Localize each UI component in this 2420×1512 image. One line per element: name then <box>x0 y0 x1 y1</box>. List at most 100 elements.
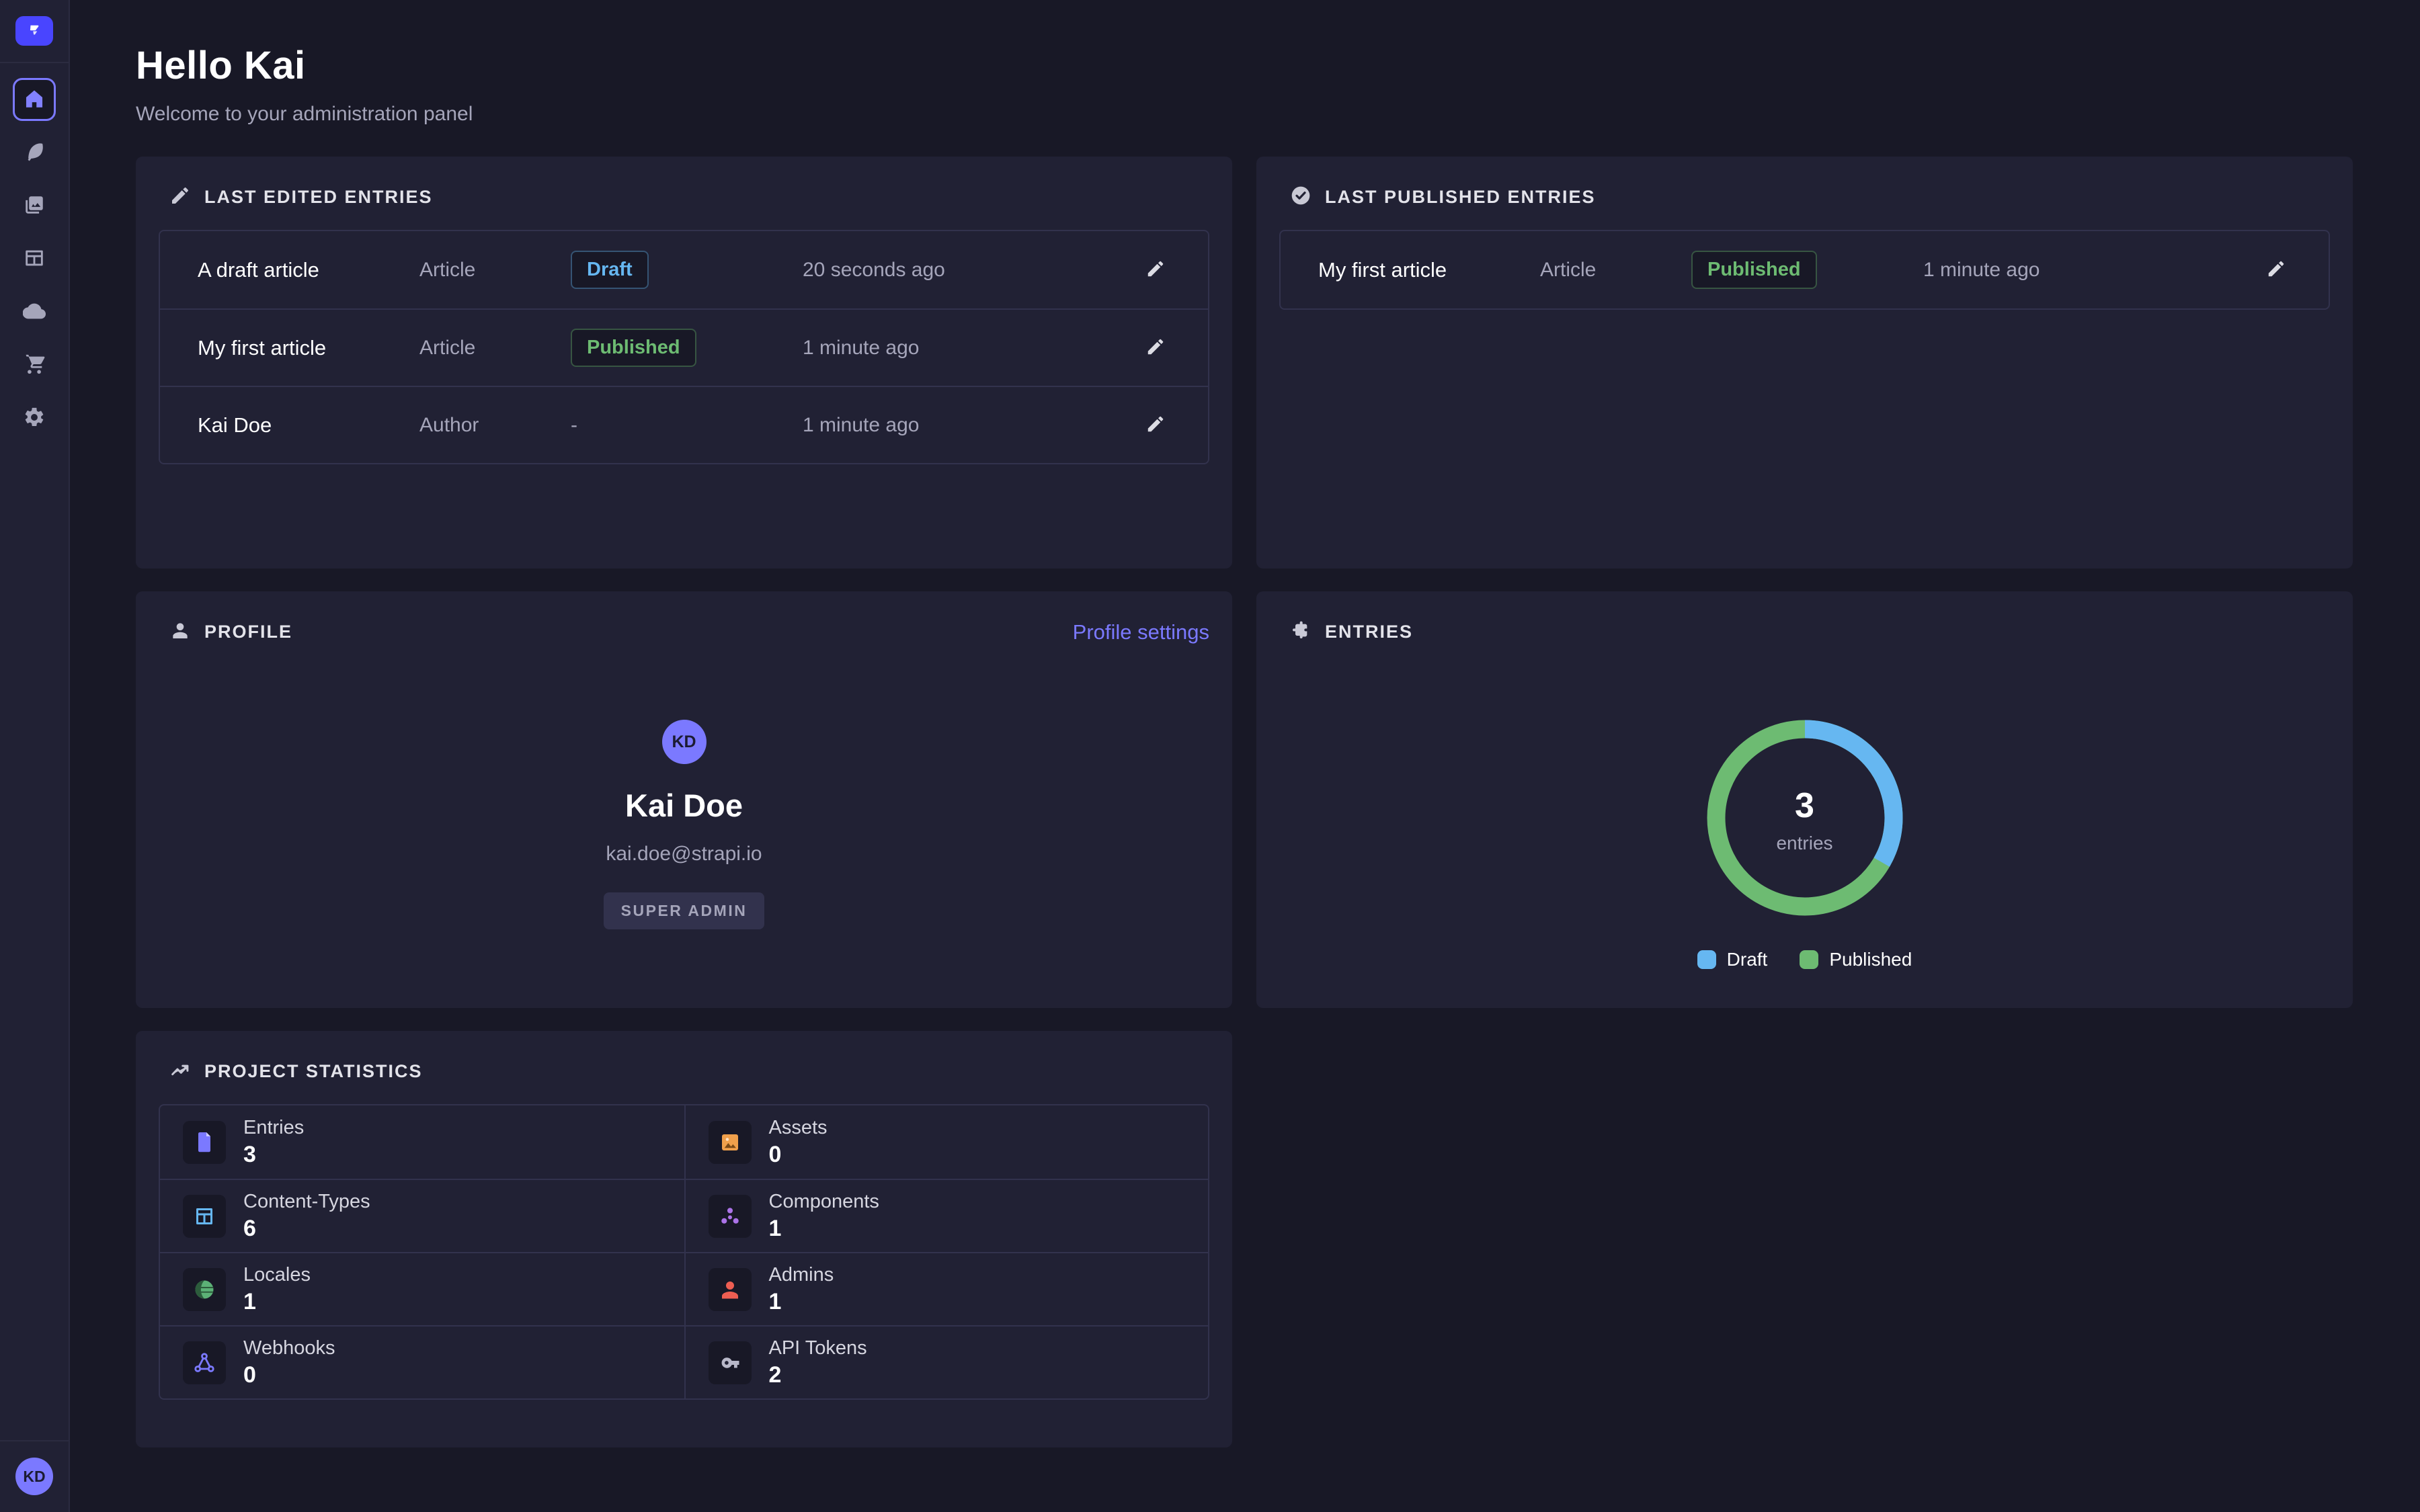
page-subtitle: Welcome to your administration panel <box>136 103 2353 126</box>
strapi-logo[interactable] <box>15 16 53 46</box>
file-icon <box>183 1121 226 1164</box>
entry-type: Article <box>1540 259 1691 282</box>
entry-time: 1 minute ago <box>803 414 1092 437</box>
card-title: LAST PUBLISHED ENTRIES <box>1325 187 1596 208</box>
home-icon <box>23 87 46 112</box>
stats-table: Entries 3 Assets 0 <box>159 1104 1209 1400</box>
stat-content-types: Content-Types 6 <box>160 1179 684 1252</box>
stat-value: 6 <box>243 1216 370 1242</box>
puzzle-piece-icon <box>1290 620 1312 644</box>
entry-name: My first article <box>198 336 419 360</box>
entries-unit: entries <box>1776 833 1832 854</box>
last-published-entries-card: LAST PUBLISHED ENTRIES My first article … <box>1256 157 2353 569</box>
user-avatar[interactable]: KD <box>15 1458 53 1495</box>
last-published-table: My first article Article Published 1 min… <box>1279 230 2330 310</box>
legend-label: Published <box>1829 949 1912 970</box>
webhook-icon <box>183 1341 226 1384</box>
edit-entry-button[interactable] <box>2261 255 2291 285</box>
profile-card: PROFILE Profile settings KD Kai Doe kai.… <box>136 591 1232 1008</box>
stat-label: Admins <box>769 1264 834 1286</box>
layout-icon <box>183 1195 226 1238</box>
entry-name: My first article <box>1318 258 1540 282</box>
strapi-logo-icon <box>24 19 44 43</box>
main-content: Hello Kai Welcome to your administration… <box>70 0 2420 1512</box>
card-title: PROJECT STATISTICS <box>204 1061 423 1082</box>
legend-item-published: Published <box>1800 949 1912 970</box>
stat-value: 1 <box>769 1289 834 1315</box>
pencil-icon <box>169 185 191 210</box>
entries-count: 3 <box>1795 786 1814 826</box>
pencil-icon <box>1145 259 1166 281</box>
sidebar-item-settings[interactable] <box>13 396 56 439</box>
last-edited-entries-card: LAST EDITED ENTRIES A draft article Arti… <box>136 157 1232 569</box>
stat-value: 0 <box>769 1142 828 1168</box>
check-circle-icon <box>1290 185 1312 210</box>
entry-time: 20 seconds ago <box>803 259 1092 282</box>
status-empty: - <box>571 414 803 437</box>
sidebar-item-content-type-builder[interactable] <box>13 237 56 280</box>
pencil-icon <box>2266 259 2286 281</box>
stat-assets: Assets 0 <box>684 1105 1209 1179</box>
sidebar-item-marketplace[interactable] <box>13 343 56 386</box>
cart-icon <box>23 353 46 378</box>
table-row[interactable]: Kai Doe Author - 1 minute ago <box>160 386 1208 463</box>
edit-entry-button[interactable] <box>1141 411 1170 440</box>
stat-label: Locales <box>243 1264 311 1286</box>
legend-item-draft: Draft <box>1697 949 1768 970</box>
stat-value: 2 <box>769 1362 867 1388</box>
layout-icon <box>23 247 46 271</box>
edit-entry-button[interactable] <box>1141 333 1170 363</box>
stat-admins: Admins 1 <box>684 1252 1209 1325</box>
draft-swatch <box>1697 950 1716 969</box>
table-row[interactable]: My first article Article Published 1 min… <box>160 308 1208 386</box>
stat-entries: Entries 3 <box>160 1105 684 1179</box>
entry-type: Author <box>419 414 571 437</box>
table-row[interactable]: A draft article Article Draft 20 seconds… <box>160 231 1208 308</box>
card-title: PROFILE <box>204 622 292 642</box>
published-swatch <box>1800 950 1818 969</box>
profile-name: Kai Doe <box>159 787 1209 824</box>
profile-email: kai.doe@strapi.io <box>159 843 1209 866</box>
profile-settings-link[interactable]: Profile settings <box>1073 620 1209 644</box>
table-row[interactable]: My first article Article Published 1 min… <box>1281 231 2329 308</box>
status-badge: Draft <box>571 251 649 289</box>
last-edited-table: A draft article Article Draft 20 seconds… <box>159 230 1209 464</box>
status-badge: Published <box>571 329 696 367</box>
stat-label: Webhooks <box>243 1337 335 1359</box>
stat-label: Components <box>769 1191 879 1213</box>
sidebar-item-home[interactable] <box>13 78 56 121</box>
pencil-icon <box>1145 414 1166 436</box>
trend-up-icon <box>169 1059 191 1084</box>
legend-label: Draft <box>1727 949 1768 970</box>
stat-webhooks: Webhooks 0 <box>160 1325 684 1398</box>
cloud-icon <box>23 300 46 325</box>
stat-label: API Tokens <box>769 1337 867 1359</box>
sidebar-item-content-manager[interactable] <box>13 131 56 174</box>
sidebar-item-deploy[interactable] <box>13 290 56 333</box>
image-icon <box>709 1121 752 1164</box>
photos-icon <box>23 194 46 218</box>
stat-label: Assets <box>769 1117 828 1139</box>
stat-api-tokens: API Tokens 2 <box>684 1325 1209 1398</box>
stat-components: Components 1 <box>684 1179 1209 1252</box>
key-icon <box>709 1341 752 1384</box>
entries-donut-chart: 3 entries <box>1707 720 1903 919</box>
card-title: LAST EDITED ENTRIES <box>204 187 433 208</box>
stat-value: 1 <box>243 1289 311 1315</box>
project-statistics-card: PROJECT STATISTICS Entries 3 <box>136 1031 1232 1447</box>
entry-time: 1 minute ago <box>1923 259 2212 282</box>
entry-name: Kai Doe <box>198 413 419 437</box>
stat-label: Entries <box>243 1117 304 1139</box>
globe-icon <box>183 1268 226 1311</box>
card-title: ENTRIES <box>1325 622 1413 642</box>
gear-icon <box>23 406 46 431</box>
stat-value: 0 <box>243 1362 335 1388</box>
sidebar-item-media-library[interactable] <box>13 184 56 227</box>
person-icon <box>169 620 191 644</box>
entry-time: 1 minute ago <box>803 337 1092 360</box>
sidebar-divider-top <box>0 62 69 63</box>
user-icon <box>709 1268 752 1311</box>
pencil-icon <box>1145 337 1166 359</box>
stat-locales: Locales 1 <box>160 1252 684 1325</box>
edit-entry-button[interactable] <box>1141 255 1170 285</box>
